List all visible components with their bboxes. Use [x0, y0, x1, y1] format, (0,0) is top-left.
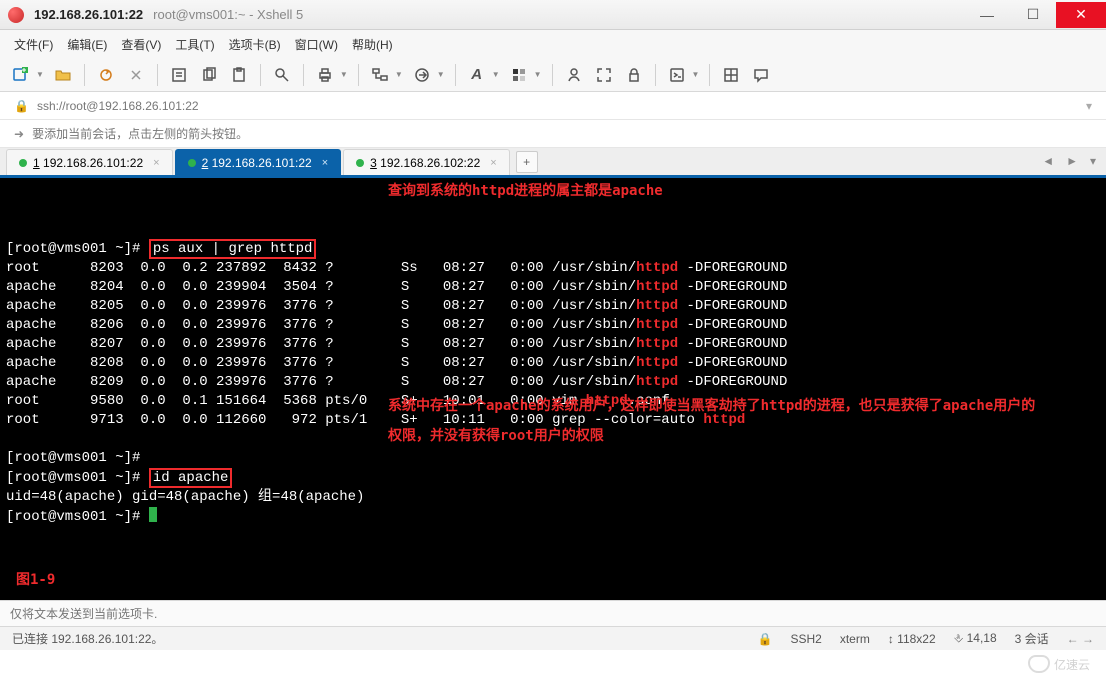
figure-label: 图1-9 — [16, 571, 55, 590]
prompt: [root@vms001 ~]# — [6, 241, 149, 257]
minimize-button[interactable]: — — [964, 2, 1010, 28]
tab-label: 1 192.168.26.101:22 — [33, 156, 143, 170]
open-icon[interactable] — [52, 64, 74, 86]
print-icon[interactable] — [314, 64, 336, 86]
menu-help[interactable]: 帮助(H) — [352, 36, 393, 53]
status-dot-icon — [188, 159, 196, 167]
lock-icon[interactable] — [623, 64, 645, 86]
menu-file[interactable]: 文件(F) — [14, 36, 53, 53]
tab-next-icon[interactable]: ► — [1062, 152, 1082, 170]
cloud-icon — [1028, 655, 1050, 673]
menu-tools[interactable]: 工具(T) — [175, 36, 214, 53]
address-dropdown-icon[interactable]: ▾ — [1086, 99, 1092, 113]
toolbar: ▼ ▼ ▼ ▼ A ▼ ▼ ▼ — [0, 58, 1106, 92]
script-icon[interactable] — [666, 64, 688, 86]
lock-icon: 🔒 — [14, 99, 29, 113]
status-size: 118x22 — [897, 632, 935, 646]
copy-icon[interactable] — [198, 64, 220, 86]
address-bar: 🔒 ssh://root@192.168.26.101:22 ▾ — [0, 92, 1106, 120]
tab-list-icon[interactable]: ▾ — [1086, 152, 1100, 170]
status-dot-icon — [19, 159, 27, 167]
tab-close-icon[interactable]: × — [153, 157, 159, 169]
reconnect-icon[interactable] — [95, 64, 117, 86]
watermark: 亿速云 — [1020, 649, 1098, 679]
annotation-1: 查询到系统的httpd进程的属主都是apache — [388, 182, 1038, 201]
dropdown-icon[interactable]: ▼ — [437, 70, 445, 79]
terminal[interactable]: 查询到系统的httpd进程的属主都是apache 系统中存在一个apache的系… — [0, 178, 1106, 600]
transfer-icon[interactable] — [411, 64, 433, 86]
status-bar: 已连接 192.168.26.101:22。 🔒 SSH2 xterm ↕ 11… — [0, 626, 1106, 650]
tab-label: 3 192.168.26.102:22 — [370, 156, 480, 170]
app-icon — [8, 7, 24, 23]
layout-icon[interactable] — [720, 64, 742, 86]
tab-nav: ◄ ► ▾ — [1038, 152, 1100, 170]
cursor-icon — [149, 507, 157, 522]
chat-icon[interactable] — [750, 64, 772, 86]
annotation-2: 系统中存在一个apache的系统用户，这样即使当黑客劫持了httpd的进程，也只… — [388, 391, 1038, 451]
dropdown-icon[interactable]: ▼ — [36, 70, 44, 79]
status-caret: 14,18 — [967, 631, 997, 645]
address-url[interactable]: ssh://root@192.168.26.101:22 — [37, 99, 199, 113]
menubar: 文件(F) 编辑(E) 查看(V) 工具(T) 选项卡(B) 窗口(W) 帮助(… — [0, 30, 1106, 58]
dropdown-icon[interactable]: ▼ — [534, 70, 542, 79]
resize-icon: ↕ — [888, 632, 894, 646]
session-tab-3[interactable]: 3 192.168.26.102:22 × — [343, 149, 510, 175]
tab-add-button[interactable]: + — [516, 151, 538, 173]
color-icon[interactable] — [508, 64, 530, 86]
tab-close-icon[interactable]: × — [490, 157, 496, 169]
session-tab-1[interactable]: 1 192.168.26.101:22 × — [6, 149, 173, 175]
prompt: [root@vms001 ~]# — [6, 470, 149, 486]
menu-window[interactable]: 窗口(W) — [295, 36, 338, 53]
menu-tabs[interactable]: 选项卡(B) — [229, 36, 281, 53]
command-input[interactable] — [10, 607, 1096, 621]
search-icon[interactable] — [271, 64, 293, 86]
tab-label: 2 192.168.26.101:22 — [202, 156, 312, 170]
font-icon[interactable]: A — [466, 64, 488, 86]
status-term: xterm — [840, 632, 870, 646]
menu-view[interactable]: 查看(V) — [121, 36, 161, 53]
command-ps: ps aux | grep httpd — [149, 239, 317, 259]
status-protocol: SSH2 — [790, 632, 821, 646]
status-dot-icon — [356, 159, 364, 167]
arrow-icon[interactable]: ➜ — [14, 127, 24, 141]
tab-bar: 1 192.168.26.101:22 × 2 192.168.26.101:22 ×… — [0, 148, 1106, 178]
close-button[interactable]: ✕ — [1056, 2, 1106, 28]
hint-text: 要添加当前会话，点击左侧的箭头按钮。 — [32, 125, 248, 142]
lock-icon: 🔒 — [758, 632, 773, 646]
dropdown-icon[interactable]: ▼ — [492, 70, 500, 79]
maximize-button[interactable]: ☐ — [1010, 2, 1056, 28]
folder-tree-icon[interactable] — [369, 64, 391, 86]
prompt: [root@vms001 ~]# — [6, 509, 149, 525]
caret-icon: ⎀ — [954, 631, 964, 645]
tab-close-icon[interactable]: × — [322, 157, 328, 169]
input-bar[interactable] — [0, 600, 1106, 626]
fullscreen-icon[interactable] — [593, 64, 615, 86]
watermark-text: 亿速云 — [1054, 656, 1090, 673]
nav-arrows-icon[interactable]: ← → — [1067, 632, 1094, 646]
status-sessions: 3 会话 — [1015, 630, 1049, 647]
status-connection: 已连接 192.168.26.101:22。 — [12, 630, 163, 647]
titlebar: 192.168.26.101:22 root@vms001:~ - Xshell… — [0, 0, 1106, 30]
profile-icon[interactable] — [563, 64, 585, 86]
new-session-icon[interactable] — [10, 64, 32, 86]
window-title-sub: root@vms001:~ - Xshell 5 — [153, 7, 303, 22]
disconnect-icon[interactable] — [125, 64, 147, 86]
id-output: uid=48(apache) gid=48(apache) 组=48(apach… — [6, 489, 364, 505]
paste-icon[interactable] — [228, 64, 250, 86]
prompt: [root@vms001 ~]# — [6, 450, 149, 466]
command-id: id apache — [149, 468, 233, 488]
dropdown-icon[interactable]: ▼ — [340, 70, 348, 79]
properties-icon[interactable] — [168, 64, 190, 86]
dropdown-icon[interactable]: ▼ — [692, 70, 700, 79]
session-tab-2[interactable]: 2 192.168.26.101:22 × — [175, 149, 342, 175]
dropdown-icon[interactable]: ▼ — [395, 70, 403, 79]
tab-prev-icon[interactable]: ◄ — [1038, 152, 1058, 170]
window-title-main: 192.168.26.101:22 — [34, 7, 143, 22]
menu-edit[interactable]: 编辑(E) — [67, 36, 107, 53]
hint-bar: ➜ 要添加当前会话，点击左侧的箭头按钮。 — [0, 120, 1106, 148]
